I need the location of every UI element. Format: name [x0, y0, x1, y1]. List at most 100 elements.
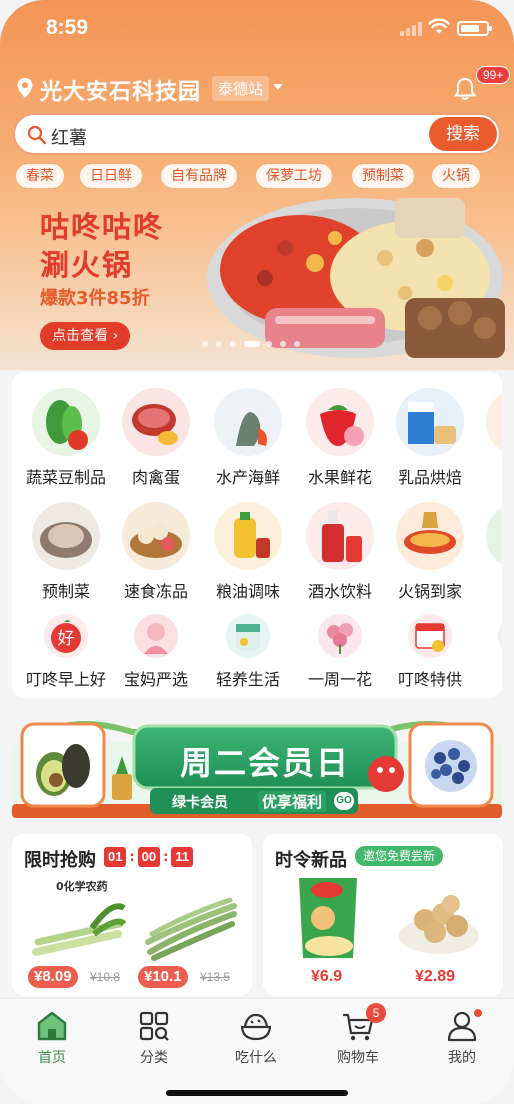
signal-icon — [400, 22, 422, 36]
member-go-button[interactable]: GO — [334, 792, 354, 810]
health-icon — [226, 614, 270, 658]
flash-sale-title: 限时抢购 — [24, 850, 96, 871]
category-item[interactable]: 休 — [474, 502, 502, 602]
notification-badge: 99+ — [476, 66, 511, 84]
category-label: 叮咚早上好 — [25, 670, 106, 689]
snack-icon — [486, 502, 502, 570]
location-name[interactable]: 光大安石科技园 — [40, 74, 201, 106]
category-item[interactable]: 蔬菜豆制品 — [20, 388, 112, 488]
tab-what-to-eat[interactable]: 吃什么 — [216, 1009, 296, 1067]
nutrition-icon — [498, 614, 502, 658]
category-item[interactable]: 乳品烘焙 — [384, 388, 476, 488]
tab-category[interactable]: 分类 — [114, 1009, 194, 1067]
category-item[interactable]: 好 叮咚早上好 — [20, 614, 112, 690]
category-label: 一周一花 — [307, 670, 372, 689]
status-time: 8:59 — [46, 16, 89, 39]
member-card-label: 绿卡会员 — [172, 795, 228, 811]
tab-cart[interactable]: 5 购物车 — [318, 1003, 398, 1067]
banner-view-button[interactable]: 点击查看 › — [40, 322, 131, 350]
home-indicator — [166, 1090, 348, 1096]
category-label: 速食冻品 — [123, 582, 188, 601]
category-item[interactable]: 肉禽蛋 — [110, 388, 202, 488]
promo-banner[interactable]: 咕咚咕咚 涮火锅 爆款3件85折 点击查看 › — [0, 188, 514, 370]
category-label: 宝妈严选 — [123, 670, 188, 689]
category-item[interactable]: 轻养生活 — [202, 614, 294, 690]
category-item[interactable]: 速食冻品 — [110, 502, 202, 602]
member-day-banner[interactable]: 周二会员日 绿卡会员 优享福利 GO — [12, 712, 502, 822]
bell-icon[interactable] — [452, 76, 478, 102]
timer-seconds: 11 — [171, 847, 194, 867]
quick-tag[interactable]: 自有品牌 — [161, 164, 237, 188]
quick-tag[interactable]: 春菜 — [16, 164, 64, 188]
category-label: 休 — [474, 578, 502, 602]
category-item[interactable]: 宝妈严选 — [110, 614, 202, 690]
category-item[interactable]: 粮油调味 — [202, 502, 294, 602]
tab-label: 我的 — [448, 1050, 476, 1066]
product-image — [145, 897, 237, 961]
quick-tag[interactable]: 火锅 — [432, 164, 480, 188]
quick-tags: 春菜 日日鲜 自有品牌 保萝工坊 预制菜 火锅 — [16, 164, 506, 188]
category-item[interactable]: 叮咚特供 — [384, 614, 476, 690]
banner-pagination — [202, 341, 312, 347]
member-benefit: 优享福利 — [258, 791, 327, 812]
category-label: 营 — [474, 666, 502, 690]
category-label: 熟 — [474, 464, 502, 488]
new-products-card[interactable]: 时令新品 邀您免费尝新 ¥6.9 ¥2.89 — [263, 834, 503, 996]
category-item[interactable]: 酒水饮料 — [294, 502, 386, 602]
category-label: 预制菜 — [41, 582, 90, 601]
bottom-tab-bar: 首页 分类 吃什么 5 购物车 我的 — [0, 998, 514, 1104]
category-item[interactable]: 水果鲜花 — [294, 388, 386, 488]
member-title: 周二会员日 — [179, 744, 350, 782]
category-item[interactable]: 营 — [474, 614, 502, 690]
oil-icon — [214, 502, 282, 570]
flash-sale-card[interactable]: 限时抢购 01:00:11 0化学农药 ¥8.09 ¥10.8 ¥10.1 ¥1… — [12, 834, 252, 996]
category-item[interactable]: 预制菜 — [20, 502, 112, 602]
category-label: 酒水饮料 — [307, 582, 372, 601]
search-icon — [27, 125, 47, 145]
search-button[interactable]: 搜索 — [429, 117, 497, 151]
try-free-badge[interactable]: 邀您免费尝新 — [355, 846, 444, 866]
tab-label: 首页 — [38, 1050, 66, 1066]
location-pin-icon — [17, 78, 33, 98]
original-price: ¥13.5 — [200, 970, 231, 984]
category-label: 水果鲜花 — [307, 468, 372, 487]
quick-tag[interactable]: 日日鲜 — [80, 164, 142, 188]
category-item[interactable]: 熟 — [474, 388, 502, 488]
original-price: ¥10.8 — [90, 970, 121, 984]
fish-icon — [214, 388, 282, 456]
milk-icon — [396, 388, 464, 456]
category-item[interactable]: 火锅到家 — [384, 502, 476, 602]
category-item[interactable]: 水产海鲜 — [202, 388, 294, 488]
quick-tag[interactable]: 保萝工坊 — [256, 164, 332, 188]
fruit-icon — [306, 388, 374, 456]
station-badge[interactable]: 泰德站 — [212, 76, 270, 101]
search-input[interactable]: 红薯 — [51, 124, 87, 150]
banner-title: 涮火锅 — [40, 248, 134, 282]
category-icon — [139, 1011, 169, 1041]
category-label: 火锅到家 — [397, 582, 462, 601]
svg-text:好: 好 — [58, 629, 75, 649]
good-morning-icon: 好 — [44, 614, 88, 658]
category-label: 蔬菜豆制品 — [25, 468, 106, 487]
mom-icon — [134, 614, 178, 658]
special-icon — [408, 614, 452, 658]
timer-minutes: 00 — [137, 847, 161, 867]
tab-label: 分类 — [140, 1050, 168, 1066]
category-item[interactable]: 一周一花 — [294, 614, 386, 690]
category-label: 粮油调味 — [215, 582, 280, 601]
category-label: 水产海鲜 — [215, 468, 280, 487]
search-bar[interactable]: 红薯 搜索 — [13, 113, 501, 155]
location-bar[interactable]: 光大安石科技园 泰德站 99+ — [14, 66, 511, 106]
tab-home[interactable]: 首页 — [12, 1009, 92, 1067]
quick-tag[interactable]: 预制菜 — [352, 164, 414, 188]
wifi-icon — [428, 18, 450, 34]
drinks-icon — [306, 502, 374, 570]
banner-title: 咕咚咕咚 — [40, 210, 165, 244]
category-label: 轻养生活 — [215, 670, 280, 689]
hotpot-icon — [396, 502, 464, 570]
countdown-timer: 01:00:11 — [104, 846, 194, 867]
tab-profile[interactable]: 我的 — [422, 1009, 502, 1067]
vegetable-icon — [32, 388, 100, 456]
chevron-down-icon[interactable] — [273, 84, 283, 90]
prepared-icon — [32, 502, 100, 570]
